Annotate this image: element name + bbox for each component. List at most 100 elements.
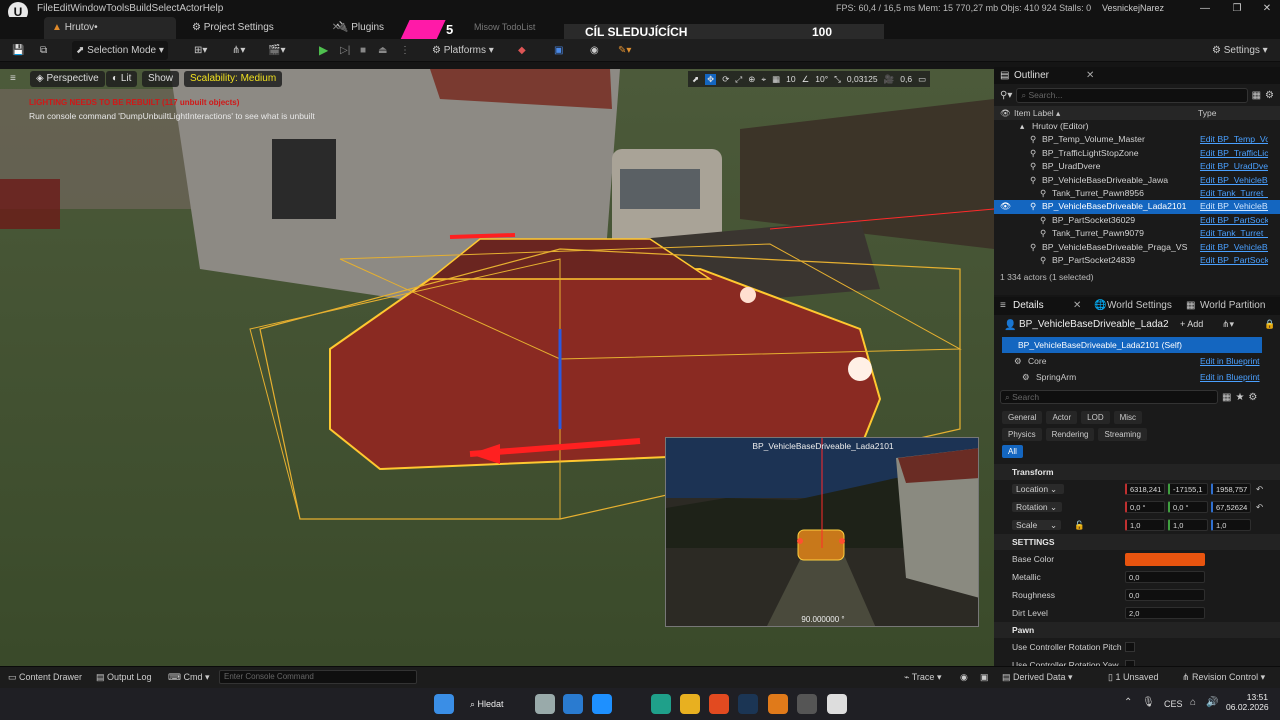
tool-icon-3[interactable]: ◉: [586, 41, 603, 60]
record-icon[interactable]: ◉: [960, 666, 968, 688]
scale-y-field[interactable]: 1,0: [1168, 519, 1208, 531]
scale-z-field[interactable]: 1,0: [1211, 519, 1251, 531]
filter-actor[interactable]: Actor: [1046, 411, 1078, 424]
tab-plugins[interactable]: 🔌 Plugins: [328, 17, 392, 39]
column-item-label[interactable]: Item Label ▴: [1014, 106, 1060, 120]
tab-world-partition[interactable]: World Partition: [1200, 297, 1265, 315]
output-log-button[interactable]: ▤ Output Log: [96, 666, 152, 688]
outliner-row-type-link[interactable]: Edit Tank_Turret_: [1200, 187, 1268, 200]
cmd-dropdown[interactable]: ⌨ Cmd ▾: [168, 666, 210, 688]
blueprint-menu-icon[interactable]: ⋔▾: [228, 41, 249, 60]
filter-icon[interactable]: ⚲▾: [1000, 90, 1012, 101]
select-tool-icon[interactable]: ⬈: [692, 74, 699, 85]
outliner-row-type-link[interactable]: Edit BP_VehicleBa: [1200, 200, 1268, 213]
menu-item-window[interactable]: Window: [70, 3, 106, 14]
browse-icon[interactable]: ⧉: [36, 41, 51, 60]
camera-speed-icon[interactable]: 🎥: [884, 74, 895, 85]
filter-lod[interactable]: LOD: [1081, 411, 1110, 424]
copilot-icon[interactable]: [651, 694, 671, 714]
outliner-row-type-link[interactable]: Edit BP_PartSock: [1200, 214, 1268, 227]
content-drawer-button[interactable]: ▭ Content Drawer: [8, 666, 82, 688]
file-explorer-icon[interactable]: [680, 694, 700, 714]
menu-item-file[interactable]: File: [37, 3, 53, 14]
outliner-row[interactable]: ▴ Hrutov (Editor): [994, 120, 1280, 133]
edit-blueprint-link-2[interactable]: Edit in Blueprint: [1200, 369, 1260, 385]
scalability-button[interactable]: Scalability: Medium: [184, 71, 283, 87]
show-button[interactable]: Show: [142, 71, 180, 87]
outliner-row-type-link[interactable]: Edit BP_UradDvei: [1200, 160, 1268, 173]
tab-project-settings[interactable]: ⚙ Project Settings ✕: [184, 17, 348, 39]
menu-item-tools[interactable]: Tools: [106, 3, 129, 14]
scale-snap-icon[interactable]: ⤡: [834, 74, 841, 85]
outliner-settings-icon[interactable]: ⚙: [1265, 90, 1274, 101]
trace-dropdown[interactable]: ⌁ Trace ▾: [904, 666, 941, 688]
location-x-field[interactable]: 6318,241: [1125, 483, 1165, 495]
grid-snap-value[interactable]: 10: [786, 74, 795, 84]
platforms-dropdown[interactable]: ⚙ Platforms ▾: [428, 41, 498, 60]
filter-physics[interactable]: Physics: [1002, 428, 1042, 441]
outliner-row[interactable]: ⚲ Tank_Turret_Pawn8956 Edit Tank_Turret_: [994, 187, 1280, 200]
filter-rendering[interactable]: Rendering: [1045, 428, 1095, 441]
outliner-row[interactable]: ⚲ BP_PartSocket36029 Edit BP_PartSock: [994, 214, 1280, 227]
camera-speed-value[interactable]: 0,6: [900, 74, 912, 84]
save-icon[interactable]: 💾: [8, 41, 28, 60]
edit-blueprint-link[interactable]: Edit in Blueprint: [1200, 353, 1260, 369]
component-core[interactable]: ⚙ Core Edit in Blueprint: [994, 353, 1280, 369]
cinematics-icon[interactable]: 🎬▾: [264, 41, 289, 60]
location-y-field[interactable]: -17155,1: [1168, 483, 1208, 495]
outliner-row[interactable]: 👁 ⚲ BP_VehicleBaseDriveable_Lada2101 Edit B…: [994, 200, 1280, 214]
scale-tool-icon[interactable]: ⤢: [735, 74, 742, 85]
viewport-options-icon[interactable]: ≡: [4, 71, 22, 87]
outliner-row-type-link[interactable]: Edit Tank_Turret_: [1200, 227, 1268, 240]
lit-button[interactable]: ◐ Lit: [106, 71, 138, 87]
app-icon[interactable]: [592, 694, 612, 714]
angle-snap-icon[interactable]: ∠: [802, 74, 810, 85]
reset-icon[interactable]: ↶: [1256, 480, 1263, 498]
tool-icon-1[interactable]: ◆: [514, 41, 530, 60]
section-pawn[interactable]: Pawn: [994, 622, 1280, 638]
menu-item-select[interactable]: Select: [152, 3, 180, 14]
outliner-search-input[interactable]: ⌕ Search...: [1016, 87, 1248, 103]
base-color-swatch[interactable]: [1125, 553, 1205, 566]
dirt-level-field[interactable]: 2,0: [1125, 607, 1205, 619]
maximize-icon[interactable]: ❐: [1222, 0, 1252, 17]
tray-chevron-icon[interactable]: ⌃: [1124, 697, 1132, 708]
close-outliner-icon[interactable]: ✕: [1086, 67, 1094, 84]
scale-x-field[interactable]: 1,0: [1125, 519, 1165, 531]
network-icon[interactable]: ⌂: [1190, 697, 1196, 708]
menu-item-actor[interactable]: Actor: [179, 3, 202, 14]
console-input[interactable]: Enter Console Command: [219, 670, 417, 684]
insights-icon[interactable]: ▣: [980, 666, 989, 688]
close-details-icon[interactable]: ✕: [1073, 297, 1081, 315]
derived-data-button[interactable]: ▤ Derived Data ▾: [1002, 666, 1073, 688]
taskbar-search[interactable]: ⌕ Hledat: [470, 694, 530, 714]
volume-icon[interactable]: 🔊: [1206, 697, 1218, 708]
microphone-icon[interactable]: 🎙: [1142, 697, 1155, 708]
add-actor-icon[interactable]: ⊞▾: [190, 41, 211, 60]
menu-item-build[interactable]: Build: [129, 3, 151, 14]
move-tool-icon[interactable]: ✥: [705, 73, 717, 85]
section-transform[interactable]: Transform: [994, 464, 1280, 480]
steam-icon[interactable]: [738, 694, 758, 714]
clock[interactable]: 13:51 06.02.2026: [1226, 692, 1269, 712]
play-options-icon[interactable]: ⋮: [396, 41, 414, 60]
menu-item-help[interactable]: Help: [203, 3, 224, 14]
play-icon[interactable]: ▶: [315, 41, 332, 60]
rotation-x-field[interactable]: 0,0 °: [1125, 501, 1165, 513]
scale-snap-value[interactable]: 0,03125: [847, 74, 878, 84]
filter-misc[interactable]: Misc: [1113, 411, 1143, 424]
rotation-y-field[interactable]: 0,0 °: [1168, 501, 1208, 513]
stop-icon[interactable]: ■: [356, 41, 370, 60]
menu-item-edit[interactable]: Edit: [53, 3, 70, 14]
eject-icon[interactable]: ⏏: [374, 41, 391, 60]
outliner-row[interactable]: ⚲ BP_UradDvere Edit BP_UradDvei: [994, 160, 1280, 173]
settings-button[interactable]: ⚙ Settings ▾: [1208, 41, 1272, 60]
layout-icon[interactable]: ▭: [918, 74, 926, 85]
rotate-tool-icon[interactable]: ⟳: [722, 74, 729, 85]
blender-icon[interactable]: [768, 694, 788, 714]
outliner-row[interactable]: ⚲ Tank_Turret_Pawn9079 Edit Tank_Turret_: [994, 227, 1280, 240]
component-springarm[interactable]: ⚙ SpringArm Edit in Blueprint: [994, 369, 1280, 385]
blueprint-options-icon[interactable]: ⋔▾: [1222, 319, 1234, 330]
rotation-z-field[interactable]: 67,52624: [1211, 501, 1251, 513]
filter-all[interactable]: All: [1002, 445, 1023, 458]
